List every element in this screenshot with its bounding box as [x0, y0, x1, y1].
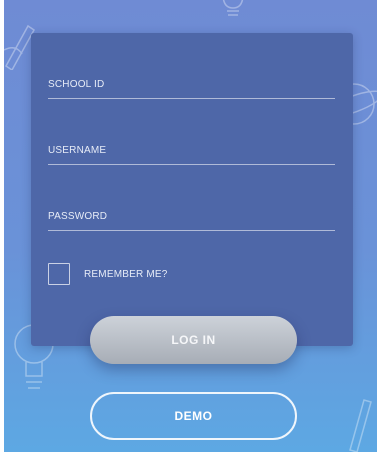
username-field[interactable]: USERNAME: [48, 135, 335, 165]
login-button-label: LOG IN: [171, 333, 216, 347]
password-label: PASSWORD: [48, 211, 108, 222]
pencil-doodle-icon: [349, 399, 372, 452]
school-id-field[interactable]: SCHOOL ID: [48, 69, 335, 99]
login-button[interactable]: LOG IN: [90, 316, 297, 364]
demo-button-label: DEMO: [174, 409, 213, 423]
school-id-label: SCHOOL ID: [48, 79, 105, 90]
username-label: USERNAME: [48, 145, 107, 156]
remember-me-checkbox[interactable]: [48, 263, 70, 285]
login-card: SCHOOL ID USERNAME PASSWORD REMEMBER ME?: [31, 33, 353, 346]
remember-me-label[interactable]: REMEMBER ME?: [84, 269, 168, 280]
password-field[interactable]: PASSWORD: [48, 201, 335, 231]
lightbulb-doodle-icon: [222, 0, 244, 16]
demo-button[interactable]: DEMO: [90, 392, 297, 440]
remember-me-row: REMEMBER ME?: [48, 262, 168, 286]
